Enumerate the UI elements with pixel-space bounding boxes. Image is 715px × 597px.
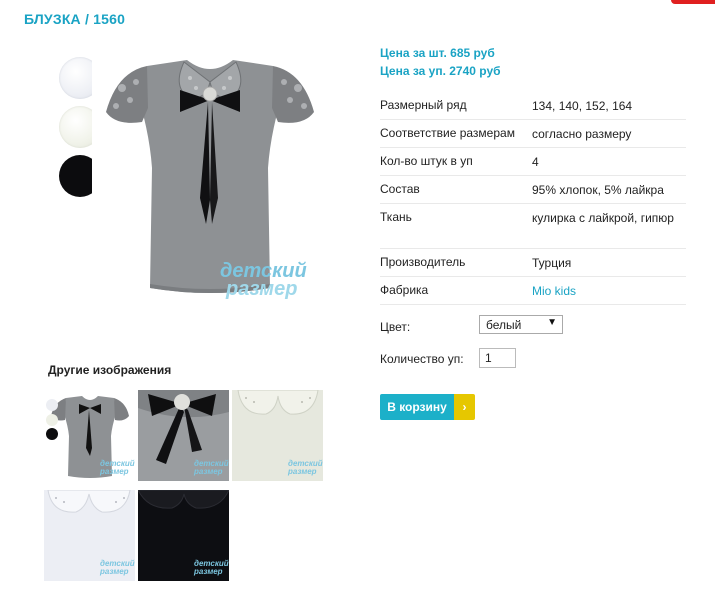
chevron-right-icon: › (454, 394, 475, 420)
spec-label: Производитель (380, 255, 466, 269)
dropdown-arrow-icon: ▼ (547, 317, 557, 328)
other-images-heading: Другие изображения (48, 363, 172, 377)
spec-label: Фабрика (380, 283, 429, 297)
spec-value: 95% хлопок, 5% лайкра (532, 183, 664, 197)
spec-row: Состав 95% хлопок, 5% лайкра (380, 175, 686, 204)
price-per-piece: Цена за шт. 685 руб (380, 46, 495, 60)
spec-row: Кол-во штук в уп 4 (380, 147, 686, 176)
top-right-tab[interactable] (671, 0, 715, 4)
spec-value: Турция (532, 256, 572, 270)
thumbnail-logo: детский размер (194, 559, 229, 576)
thumbnail-logo: детский размер (194, 459, 229, 476)
price-per-pack: Цена за уп. 2740 руб (380, 64, 501, 78)
quantity-input[interactable]: 1 (479, 348, 516, 368)
add-to-cart-label: В корзину (380, 394, 454, 420)
color-select[interactable]: белый ▼ (479, 315, 563, 334)
thumbnail-logo: детский размер (100, 459, 135, 476)
spec-value: 134, 140, 152, 164 (532, 99, 633, 113)
spec-row: Соответствие размерам согласно размеру (380, 119, 686, 148)
spec-value: 4 (532, 155, 539, 169)
brand-logo: детский размер (220, 260, 307, 300)
spec-label: Кол-во штук в уп (380, 154, 473, 168)
spec-row: Ткань кулирка с лайкрой, гипюр (380, 203, 686, 249)
spec-label: Соответствие размерам (380, 126, 515, 140)
main-product-photo[interactable]: детский размер (92, 48, 328, 312)
thumbnail-logo: детский размер (100, 559, 135, 576)
thumbnail-4[interactable]: детский размер (44, 490, 135, 581)
spec-label: Состав (380, 182, 420, 196)
color-label: Цвет: (380, 320, 411, 334)
spec-row: Размерный ряд 134, 140, 152, 164 (380, 91, 686, 120)
thumbnail-1[interactable]: детский размер (44, 390, 135, 481)
spec-row: Производитель Турция (380, 248, 686, 277)
add-to-cart-button[interactable]: В корзину › (380, 394, 475, 420)
quantity-label: Количество уп: (380, 352, 464, 366)
thumbnail-5[interactable]: детский размер (138, 490, 229, 581)
manufacturer-link[interactable]: Mio kids (532, 283, 686, 300)
spec-label: Размерный ряд (380, 98, 467, 112)
spec-value: согласно размеру (532, 127, 632, 141)
thumbnail-3[interactable]: детский размер (232, 390, 323, 481)
page-title: БЛУЗКА / 1560 (24, 11, 126, 27)
thumbnail-2[interactable]: детский размер (138, 390, 229, 481)
quantity-value: 1 (485, 351, 492, 365)
thumbnail-logo: детский размер (288, 459, 323, 476)
color-select-value: белый (486, 318, 522, 332)
spec-row: Фабрика Mio kids (380, 276, 686, 305)
spec-label: Ткань (380, 210, 412, 224)
spec-value: кулирка с лайкрой, гипюр (532, 211, 674, 225)
